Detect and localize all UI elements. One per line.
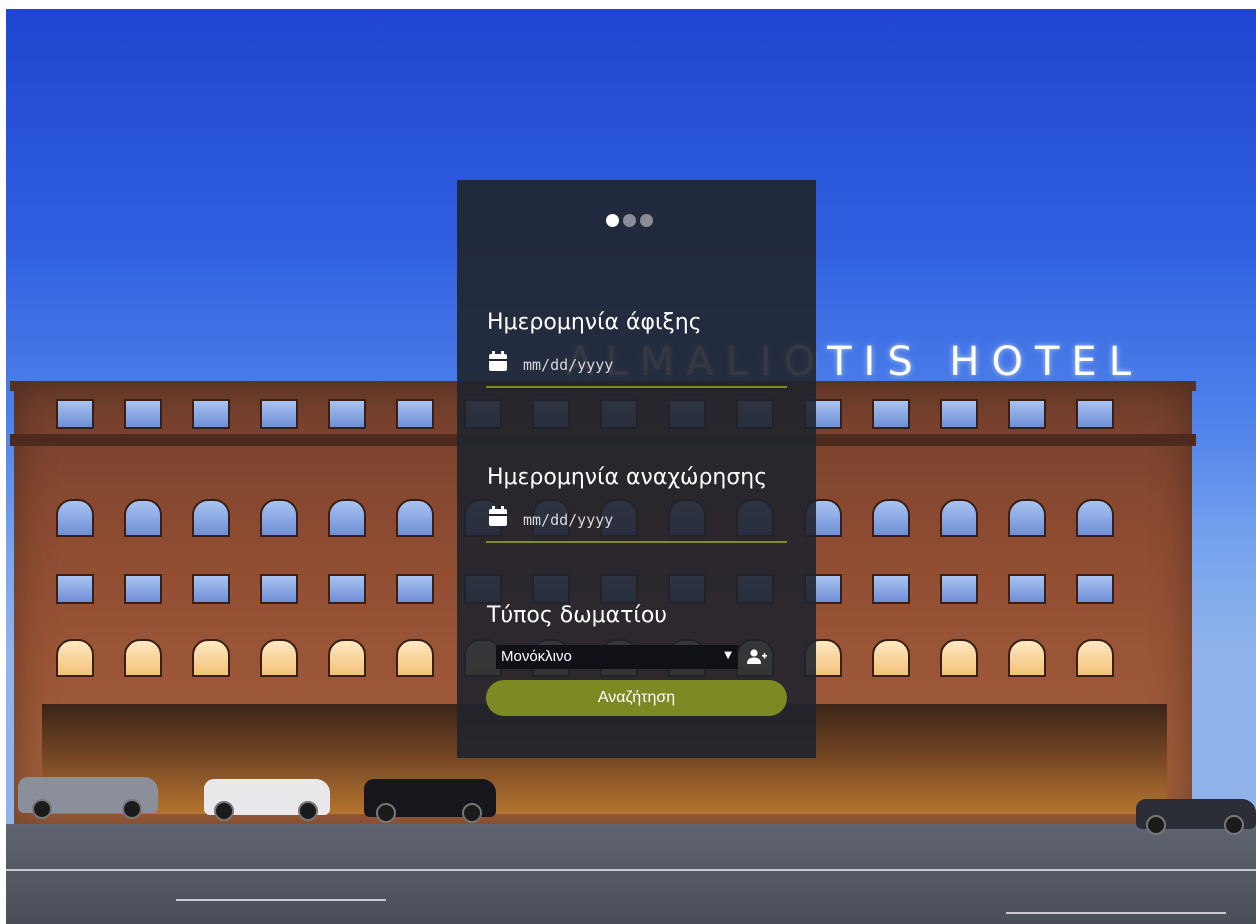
building-window	[328, 399, 366, 429]
building-window	[940, 639, 978, 677]
building-window	[56, 399, 94, 429]
building-window	[192, 574, 230, 604]
building-window	[940, 499, 978, 537]
building-window	[124, 499, 162, 537]
building-window	[1076, 499, 1114, 537]
slider-dot[interactable]	[640, 214, 653, 227]
add-person-icon[interactable]	[747, 649, 767, 665]
building-window	[56, 639, 94, 677]
building-window	[1008, 399, 1046, 429]
building-window	[328, 574, 366, 604]
calendar-icon	[489, 506, 507, 526]
building-window	[872, 399, 910, 429]
parked-car	[1136, 799, 1256, 835]
building-window	[124, 399, 162, 429]
building-window	[872, 499, 910, 537]
booking-panel: Ημερομηνία άφιξης Ημερομηνία αναχώρησης …	[457, 180, 816, 758]
room-type-select[interactable]: Μονόκλινο ▼	[496, 645, 738, 669]
building-window	[1008, 499, 1046, 537]
building-window	[260, 399, 298, 429]
building-window	[260, 499, 298, 537]
arrival-date-underline	[486, 386, 787, 388]
arrival-date-label: Ημερομηνία άφιξης	[487, 310, 702, 335]
building-window	[192, 399, 230, 429]
room-type-label: Τύπος δωματίου	[487, 603, 668, 628]
building-window	[1076, 639, 1114, 677]
slider-dots	[606, 214, 653, 228]
building-window	[56, 499, 94, 537]
lane-marking	[176, 899, 386, 901]
building-window	[396, 639, 434, 677]
building-window	[396, 399, 434, 429]
dropdown-arrow-icon: ▼	[724, 650, 732, 661]
building-window	[260, 574, 298, 604]
departure-date-row	[489, 506, 787, 533]
room-type-selected-value: Μονόκλινο	[501, 648, 572, 665]
building-window	[1076, 399, 1114, 429]
departure-date-underline	[486, 541, 787, 543]
lane-marking	[1006, 912, 1226, 914]
building-window	[260, 639, 298, 677]
building-window	[872, 574, 910, 604]
building-window	[124, 574, 162, 604]
building-window	[328, 639, 366, 677]
building-window	[396, 574, 434, 604]
building-window	[192, 499, 230, 537]
parked-car	[18, 777, 158, 819]
building-window	[872, 639, 910, 677]
building-window	[1076, 574, 1114, 604]
building-window	[1008, 639, 1046, 677]
departure-date-input[interactable]	[523, 509, 783, 531]
building-window	[328, 499, 366, 537]
arrival-date-input[interactable]	[523, 354, 783, 376]
building-window	[192, 639, 230, 677]
building-window	[56, 574, 94, 604]
building-window	[940, 399, 978, 429]
building-window	[1008, 574, 1046, 604]
lane-marking	[6, 869, 1256, 871]
calendar-icon	[489, 351, 507, 371]
building-window	[940, 574, 978, 604]
slider-dot[interactable]	[623, 214, 636, 227]
search-button[interactable]: Αναζήτηση	[486, 680, 787, 716]
parked-car	[364, 779, 496, 823]
slider-dot[interactable]	[606, 214, 619, 227]
building-window	[396, 499, 434, 537]
building-window	[124, 639, 162, 677]
street	[6, 824, 1256, 924]
departure-date-label: Ημερομηνία αναχώρησης	[487, 465, 768, 490]
arrival-date-row	[489, 351, 787, 378]
parked-car	[204, 779, 330, 821]
